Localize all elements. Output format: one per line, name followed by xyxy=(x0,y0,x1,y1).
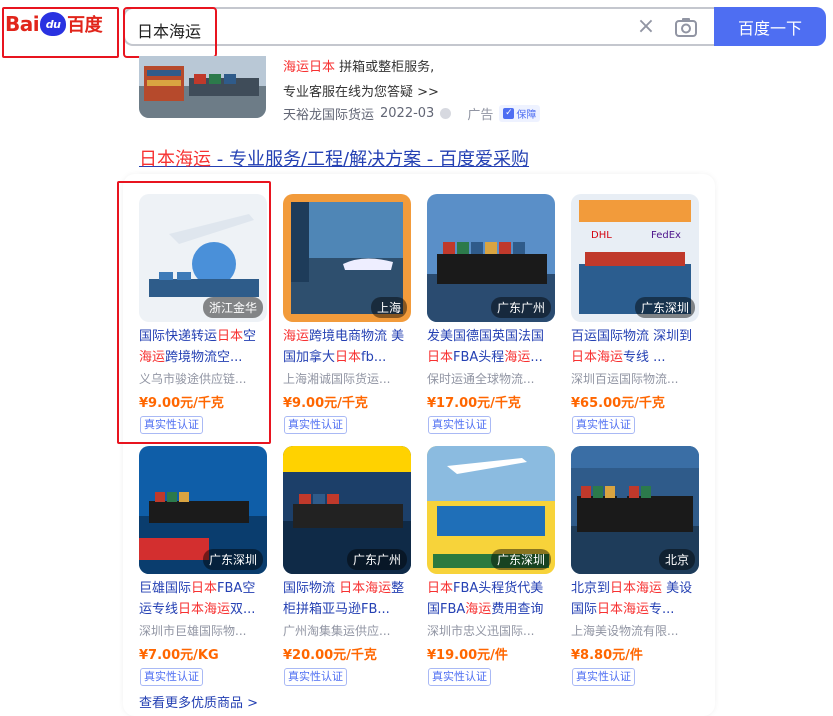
product-name-segment: FBA头程 xyxy=(453,350,505,365)
product-price: ¥20.00元/千克 xyxy=(283,648,377,663)
product-name[interactable]: 百运国际物流 深圳到日本海运专线 ... xyxy=(571,326,699,368)
product-name[interactable]: 发美国德国英国法国日本FBA头程海运... xyxy=(427,326,555,368)
product-name-segment: 海运 xyxy=(504,350,531,365)
result-title-link[interactable]: 日本海运 - 专业服务/工程/解决方案 - 百度爱采购 xyxy=(139,145,529,171)
search-annotation-box xyxy=(123,7,217,58)
product-name-segment: 费用查询 xyxy=(491,602,544,617)
ad-info-icon[interactable] xyxy=(440,108,452,119)
product-location: 北京 xyxy=(658,549,695,570)
product-name-segment: 日本海运 xyxy=(610,581,663,596)
ad-keyword: 海运日本 xyxy=(283,60,336,75)
certification-badge: 真实性认证 xyxy=(140,668,203,686)
product-price: ¥19.00元/件 xyxy=(427,648,508,663)
product-name-segment: 日本海运 xyxy=(178,602,231,617)
check-icon: ✓ xyxy=(503,108,515,119)
product-location: 广东深圳 xyxy=(202,549,263,570)
product-name-segment: 日本 xyxy=(427,350,454,365)
product-seller[interactable]: 深圳市忠义迅国际... xyxy=(427,622,555,639)
ad-label: 广告 xyxy=(467,108,494,123)
result-title-rest: - 专业服务/工程/解决方案 - 百度爱采购 xyxy=(211,149,530,170)
product-location: 广东深圳 xyxy=(634,297,695,318)
product-card[interactable]: 广东深圳巨雄国际日本FBA空运专线日本海运双... 深圳市巨雄国际物... ¥7.0… xyxy=(139,446,269,686)
product-name-segment: 海运 xyxy=(283,329,310,344)
product-name-segment: 日本 xyxy=(191,581,218,596)
camera-icon[interactable] xyxy=(674,16,698,38)
certification-badge: 真实性认证 xyxy=(428,416,491,434)
product-image[interactable]: 广东广州 xyxy=(427,194,555,322)
product-card[interactable]: 广东深圳日本FBA头程货代美国FBA海运费用查询深圳市忠义迅国际... ¥19.0… xyxy=(427,446,557,686)
certification-badge: 真实性认证 xyxy=(428,668,491,686)
product-name[interactable]: 国际物流 日本海运整柜拼箱亚马逊FB... xyxy=(283,578,411,620)
product-seller[interactable]: 深圳百运国际物流... xyxy=(571,370,699,387)
product-name-segment: 专线 ... xyxy=(623,350,666,365)
result-title-keyword: 日本海运 xyxy=(139,149,211,170)
ad-description: 海运日本 拼箱或整柜服务, xyxy=(283,56,434,75)
ad-service-link[interactable]: 专业客服在线为您答疑 >> xyxy=(283,81,439,100)
product-location: 广东深圳 xyxy=(490,549,551,570)
product-location: 广东广州 xyxy=(346,549,407,570)
certification-badge: 真实性认证 xyxy=(284,416,347,434)
product-name-segment: 巨雄国际 xyxy=(139,581,192,596)
ad-desc-rest: 拼箱或整柜服务, xyxy=(339,60,435,75)
product-seller[interactable]: 上海美设物流有限... xyxy=(571,622,699,639)
product-name-segment: fb... xyxy=(361,350,387,365)
product-location: 上海 xyxy=(370,297,407,318)
product-name-segment: 日本 xyxy=(427,581,454,596)
product-card[interactable]: DHL FedEx 广东深圳百运国际物流 深圳到日本海运专线 ... 深圳百运国际物流… xyxy=(571,194,701,434)
product-name-segment: 日本海运 xyxy=(597,602,650,617)
product-image[interactable]: DHL FedEx 广东深圳 xyxy=(571,194,699,322)
svg-text:FedEx: FedEx xyxy=(651,230,681,241)
product-price: ¥7.00元/KG xyxy=(139,648,219,663)
product-card[interactable]: 北京北京到日本海运 美设国际日本海运专... 上海美设物流有限... ¥8.80元/… xyxy=(571,446,701,686)
product-seller[interactable]: 上海湘诚国际货运... xyxy=(283,370,411,387)
product-image[interactable]: 北京 xyxy=(571,446,699,574)
product-name-segment: 日本海运 xyxy=(571,350,624,365)
card-annotation-box xyxy=(117,181,271,444)
ad-company[interactable]: 天裕龙国际货运 xyxy=(283,104,374,123)
svg-text:DHL: DHL xyxy=(591,230,612,241)
product-price: ¥17.00元/千克 xyxy=(427,396,521,411)
product-name[interactable]: 海运跨境电商物流 美国加拿大日本fb... xyxy=(283,326,411,368)
product-card[interactable]: 上海海运跨境电商物流 美国加拿大日本fb... 上海湘诚国际货运... ¥9.00元… xyxy=(283,194,413,434)
more-products-link[interactable]: 查看更多优质商品 > xyxy=(139,692,258,711)
guarantee-label: 保障 xyxy=(516,110,537,121)
certification-badge: 真实性认证 xyxy=(284,668,347,686)
product-price: ¥65.00元/千克 xyxy=(571,396,665,411)
product-name[interactable]: 日本FBA头程货代美国FBA海运费用查询 xyxy=(427,578,555,620)
product-image[interactable]: 上海 xyxy=(283,194,411,322)
product-name-segment: 专... xyxy=(649,602,675,617)
product-image[interactable]: 广东深圳 xyxy=(427,446,555,574)
ad-meta: 天裕龙国际货运 2022-03 广告 ✓ 保障 xyxy=(283,104,541,123)
top-bar: Bai du 百度 日本海运 × 百度一下 xyxy=(0,0,833,58)
product-price: ¥9.00元/千克 xyxy=(283,396,368,411)
product-name-segment: 国际物流 xyxy=(283,581,340,596)
product-name[interactable]: 北京到日本海运 美设国际日本海运专... xyxy=(571,578,699,620)
product-name-segment: 海运 xyxy=(465,602,492,617)
product-name-segment: 北京到 xyxy=(571,581,611,596)
product-name-segment: 百运国际物流 深圳到 xyxy=(571,329,693,344)
ad-date: 2022-03 xyxy=(380,106,435,121)
product-seller[interactable]: 深圳市巨雄国际物... xyxy=(139,622,267,639)
product-name-segment: 日本 xyxy=(335,350,362,365)
product-seller[interactable]: 广州淘集集运供应... xyxy=(283,622,411,639)
product-card[interactable]: 广东广州发美国德国英国法国日本FBA头程海运... 保时运通全球物流... ¥17.… xyxy=(427,194,557,434)
logo-annotation-box xyxy=(2,7,119,58)
search-button[interactable]: 百度一下 xyxy=(714,7,826,46)
product-location: 广东广州 xyxy=(490,297,551,318)
product-name[interactable]: 巨雄国际日本FBA空运专线日本海运双... xyxy=(139,578,267,620)
certification-badge: 真实性认证 xyxy=(572,416,635,434)
clear-icon[interactable]: × xyxy=(633,14,659,40)
product-price: ¥8.80元/件 xyxy=(571,648,643,663)
product-name-segment: 发美国德国英国法国 xyxy=(427,329,545,344)
product-seller[interactable]: 保时运通全球物流... xyxy=(427,370,555,387)
ad-thumbnail[interactable] xyxy=(139,56,266,118)
product-image[interactable]: 广东广州 xyxy=(283,446,411,574)
product-name-segment: 日本海运 xyxy=(339,581,392,596)
product-image[interactable]: 广东深圳 xyxy=(139,446,267,574)
product-name-segment: ... xyxy=(530,350,543,365)
guarantee-badge[interactable]: ✓ 保障 xyxy=(499,105,541,122)
product-card[interactable]: 广东广州国际物流 日本海运整柜拼箱亚马逊FB... 广州淘集集运供应... ¥20.… xyxy=(283,446,413,686)
certification-badge: 真实性认证 xyxy=(572,668,635,686)
product-name-segment: 双... xyxy=(230,602,256,617)
